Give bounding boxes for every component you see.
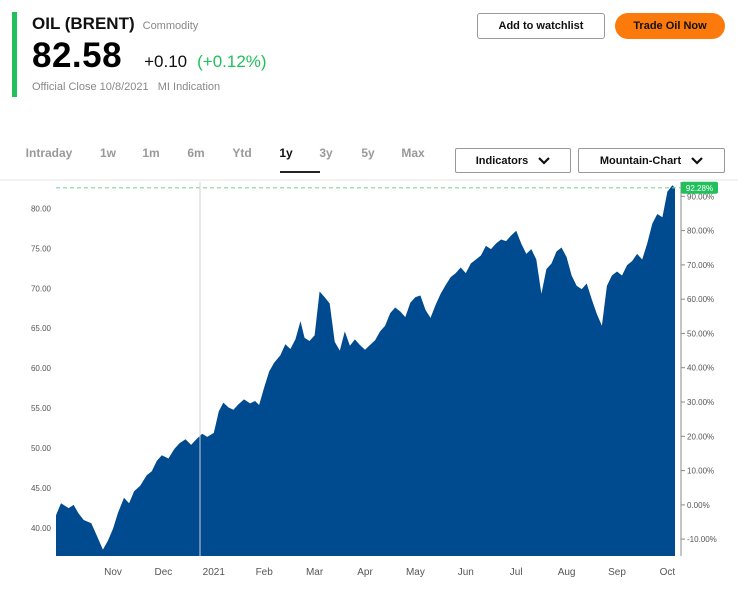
right-tick-label: 70.00% — [687, 261, 714, 270]
x-tick-label: Aug — [558, 567, 576, 578]
price-chart[interactable]: 40.00 45.00 50.00 55.00 60.00 65.00 70.00 75.00… — [0, 178, 738, 606]
x-tick-label: Oct — [660, 567, 676, 578]
instrument-category: Commodity — [142, 20, 199, 32]
left-tick-label: 50.00 — [31, 444, 52, 453]
tab-1m[interactable]: 1m — [142, 146, 159, 172]
tab-6m[interactable]: 6m — [187, 146, 204, 172]
close-info: Official Close 10/8/2021 MI Indication — [32, 81, 220, 93]
left-tick-label: 55.00 — [31, 404, 52, 413]
indicators-label: Indicators — [475, 154, 529, 167]
x-tick-label: 2021 — [203, 567, 226, 578]
right-tick-label: 10.00% — [687, 467, 714, 476]
right-percent-axis: -10.00% 0.00% 10.00% 20.00% 30.00% 40.00% 50.0… — [680, 182, 717, 556]
x-tick-label: Mar — [306, 567, 324, 578]
left-tick-label: 65.00 — [31, 324, 52, 333]
left-tick-label: 75.00 — [31, 244, 52, 253]
right-tick-label: -10.00% — [687, 535, 717, 544]
price-row: 82.58 +0.10 (+0.12%) — [32, 36, 267, 76]
x-tick-label: May — [406, 567, 425, 578]
active-tab-underline — [280, 171, 320, 173]
right-tick-label: 0.00% — [687, 501, 710, 510]
official-close-label: Official Close 10/8/2021 — [32, 81, 149, 93]
left-tick-label: 70.00 — [31, 284, 52, 293]
left-tick-label: 45.00 — [31, 484, 52, 493]
price-area-series — [56, 185, 675, 556]
right-tick-label: 40.00% — [687, 364, 714, 373]
tab-1w[interactable]: 1w — [100, 146, 116, 172]
x-tick-label: Jul — [510, 567, 523, 578]
chart-type-label: Mountain-Chart — [599, 154, 682, 167]
x-tick-label: Sep — [608, 567, 626, 578]
tab-max[interactable]: Max — [401, 146, 424, 172]
x-tick-label: Feb — [256, 567, 274, 578]
left-tick-label: 80.00 — [31, 204, 52, 213]
tab-3y[interactable]: 3y — [319, 146, 332, 172]
chevron-down-icon — [538, 156, 551, 165]
price-change-percent: (+0.12%) — [197, 52, 267, 71]
trade-oil-button[interactable]: Trade Oil Now — [615, 13, 725, 39]
last-price: 82.58 — [32, 36, 123, 75]
quote-accent-bar — [12, 12, 17, 97]
quote-header: OIL (BRENT) Commodity — [32, 14, 198, 34]
right-tick-label: 20.00% — [687, 432, 714, 441]
price-change: +0.10 — [144, 52, 188, 71]
left-price-axis: 40.00 45.00 50.00 55.00 60.00 65.00 70.00 75.00… — [31, 204, 52, 533]
add-to-watchlist-button[interactable]: Add to watchlist — [477, 13, 605, 39]
x-tick-label: Nov — [104, 567, 122, 578]
indication-label: MI Indication — [157, 81, 221, 93]
left-tick-label: 60.00 — [31, 364, 52, 373]
right-tick-label: 30.00% — [687, 398, 714, 407]
tab-intraday[interactable]: Intraday — [26, 146, 73, 172]
instrument-name: OIL (BRENT) — [32, 14, 135, 33]
x-tick-label: Apr — [357, 567, 373, 578]
tab-5y[interactable]: 5y — [361, 146, 374, 172]
x-tick-label: Dec — [155, 567, 173, 578]
right-tick-label: 80.00% — [687, 227, 714, 236]
last-change-badge: 92.28% — [681, 181, 718, 194]
right-tick-label: 60.00% — [687, 295, 714, 304]
indicators-dropdown[interactable]: Indicators — [455, 148, 571, 173]
tab-1y[interactable]: 1y — [279, 146, 292, 172]
chart-type-dropdown[interactable]: Mountain-Chart — [578, 148, 725, 173]
badge-label: 92.28% — [686, 184, 713, 193]
right-tick-label: 50.00% — [687, 329, 714, 338]
x-date-axis: Nov Dec 2021 Feb Mar Apr May Jun Jul Aug Sep Oct — [104, 567, 675, 578]
chevron-down-icon — [691, 156, 703, 165]
left-tick-label: 40.00 — [31, 524, 52, 533]
x-tick-label: Jun — [458, 567, 474, 578]
tab-ytd[interactable]: Ytd — [232, 146, 251, 172]
